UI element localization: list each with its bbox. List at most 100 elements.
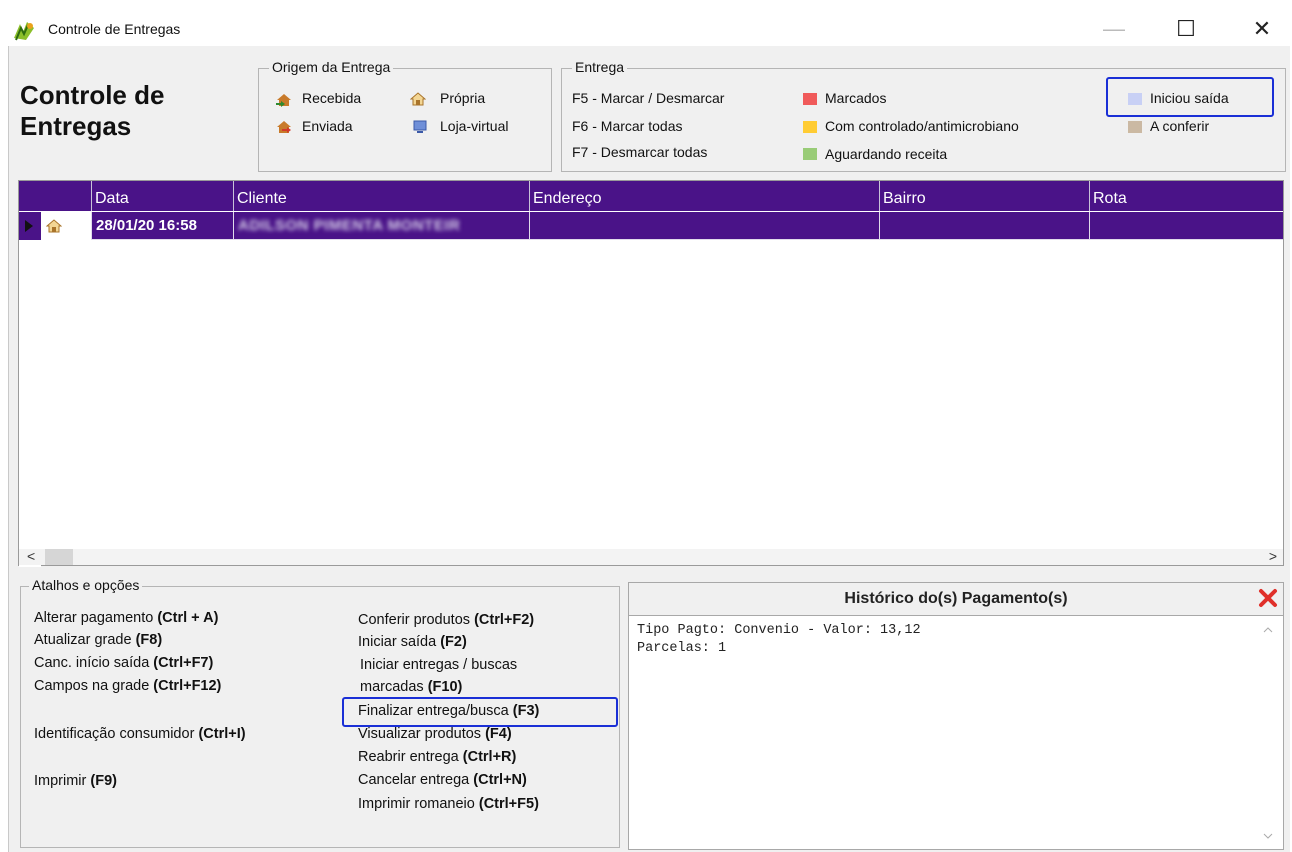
col-header-bairro[interactable]: Bairro [879,181,1089,211]
iniciar-entregas-label: Iniciar entregas / buscas [360,657,518,673]
conferir-produtos-link[interactable]: Conferir produtos (Ctrl+F2) [358,612,534,628]
imprimir-label: Imprimir [34,773,87,789]
marcadas-key: (F10) [427,679,463,695]
maximize-icon: ☐ [1176,16,1196,41]
alterar-pagamento-key: (Ctrl + A) [157,610,219,626]
scroll-left-arrow[interactable]: < [27,548,35,564]
page-title-line1: Controle de [20,80,165,110]
identificacao-consumidor-key: (Ctrl+I) [198,726,246,742]
identificacao-consumidor-link[interactable]: Identificação consumidor (Ctrl+I) [34,726,246,742]
legend-marcados: Marcados [825,90,887,106]
imprimir-key: (F9) [90,773,117,789]
cell-cliente[interactable]: ADILSON PIMENTA MONTEIR [233,212,529,240]
atualizar-grade-key: (F8) [135,632,163,648]
iniciar-saida-link[interactable]: Iniciar saída (F2) [358,634,467,650]
origem-recebida: Recebida [302,90,362,106]
canc-inicio-saida-key: (Ctrl+F7) [153,655,214,671]
shortcut-f5: F5 - Marcar / Desmarcar [572,90,725,106]
cancelar-entrega-link[interactable]: Cancelar entrega (Ctrl+N) [358,772,527,788]
historico-title: Histórico do(s) Pagamento(s) [844,590,1068,607]
atualizar-grade-link[interactable]: Atualizar grade (F8) [34,632,162,648]
scroll-thumb[interactable] [45,549,73,565]
alterar-pagamento-label: Alterar pagamento [34,610,154,626]
outgoing-house-icon [277,121,291,133]
historico-body: Tipo Pagto: Convenio - Valor: 13,12 Parce… [629,615,1283,849]
deliveries-grid[interactable]: Data Cliente Endereço Bairro Rota 28/01/… [18,180,1284,567]
campos-na-grade-label: Campos na grade [34,678,150,694]
controlado-swatch [803,121,817,133]
historico-line-1: Tipo Pagto: Convenio - Valor: 13,12 [637,623,921,638]
cliente-name-blurred: ADILSON PIMENTA MONTEIR [238,217,461,234]
grid-header: Data Cliente Endereço Bairro Rota [19,181,1283,211]
alterar-pagamento-link[interactable]: Alterar pagamento (Ctrl + A) [34,610,218,626]
imprimir-link[interactable]: Imprimir (F9) [34,773,117,789]
imprimir-romaneio-label: Imprimir romaneio [358,796,475,812]
own-house-icon [410,92,426,106]
marcados-swatch [803,93,817,105]
origem-caption: Origem da Entrega [269,59,394,75]
col-header-data[interactable]: Data [91,181,233,211]
legend-controlado: Com controlado/antimicrobiano [825,118,1019,134]
conferir-produtos-key: (Ctrl+F2) [474,612,535,628]
own-house-icon [46,219,62,233]
visualizar-produtos-label: Visualizar produtos [358,726,482,742]
col-header-blank [41,181,91,211]
cancelar-entrega-key: (Ctrl+N) [473,772,527,788]
shortcut-f7: F7 - Desmarcar todas [572,144,708,160]
historico-line-2: Parcelas: 1 [637,641,727,656]
cell-rota[interactable] [1089,212,1283,240]
iniciar-entregas-link[interactable]: Iniciar entregas / buscas [360,657,517,673]
atualizar-grade-label: Atualizar grade [34,632,132,648]
campos-na-grade-link[interactable]: Campos na grade (Ctrl+F12) [34,678,221,694]
minimize-icon: — [1103,16,1125,41]
iniciou-saida-highlight [1106,77,1274,117]
cell-endereco[interactable] [529,212,879,240]
origem-loja-virtual: Loja-virtual [440,118,509,134]
scroll-down-arrow-icon[interactable] [1263,833,1273,839]
close-button[interactable]: ✕ [1240,12,1284,46]
origem-propria: Própria [440,90,486,106]
iniciar-saida-label: Iniciar saída [358,634,437,650]
page-title: Controle de Entregas [20,80,164,142]
col-header-rota[interactable]: Rota [1089,181,1283,211]
window-title: Controle de Entregas [48,21,181,37]
iniciar-saida-key: (F2) [440,634,467,650]
reabrir-entrega-key: (Ctrl+R) [462,749,517,765]
iniciar-entregas-link-line2[interactable]: marcadas (F10) [360,679,462,695]
legend-a-conferir: A conferir [1150,118,1210,134]
page-title-line2: Entregas [20,111,132,141]
close-icon[interactable] [1257,587,1279,609]
reabrir-entrega-link[interactable]: Reabrir entrega (Ctrl+R) [358,749,516,765]
title-bar: Controle de Entregas — ☐ ✕ [0,0,1292,46]
visualizar-produtos-link[interactable]: Visualizar produtos (F4) [358,726,512,742]
imprimir-romaneio-link[interactable]: Imprimir romaneio (Ctrl+F5) [358,796,539,812]
horizontal-scrollbar[interactable]: < > [19,548,1283,565]
a-conferir-swatch [1128,121,1142,133]
cell-bairro[interactable] [879,212,1089,240]
minimize-button[interactable]: — [1092,12,1136,46]
marcadas-label: marcadas [360,679,424,695]
campos-na-grade-key: (Ctrl+F12) [153,678,222,694]
cell-data[interactable]: 28/01/20 16:58 [91,212,233,240]
incoming-house-icon [276,94,291,107]
app-logo-icon [14,22,34,41]
aguardando-swatch [803,148,817,160]
origem-enviada: Enviada [302,118,353,134]
cancelar-entrega-label: Cancelar entrega [358,772,470,788]
table-row[interactable]: 28/01/20 16:58 ADILSON PIMENTA MONTEIR [19,212,1283,240]
entrega-caption: Entrega [572,59,628,75]
canc-inicio-saida-link[interactable]: Canc. início saída (Ctrl+F7) [34,655,213,671]
col-header-endereco[interactable]: Endereço [529,181,879,211]
col-header-cliente[interactable]: Cliente [233,181,529,211]
close-icon: ✕ [1252,16,1272,41]
imprimir-romaneio-key: (Ctrl+F5) [478,796,539,812]
reabrir-entrega-label: Reabrir entrega [358,749,459,765]
finalizar-entrega-highlight [342,697,618,727]
computer-icon [413,120,427,133]
visualizar-produtos-key: (F4) [485,726,512,742]
maximize-button[interactable]: ☐ [1164,12,1208,46]
scroll-right-arrow[interactable]: > [1269,548,1277,564]
scroll-up-arrow-icon[interactable] [1263,627,1273,633]
identificacao-consumidor-label: Identificação consumidor [34,726,195,742]
row-icon-cell [41,212,91,240]
